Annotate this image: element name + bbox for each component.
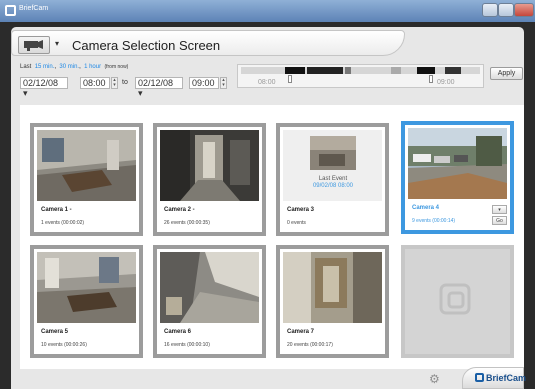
camera-events: 9 events (00:00:14) — [412, 218, 456, 224]
from-time-value: 08:00 — [83, 78, 106, 88]
camera-icon — [24, 40, 43, 51]
chevron-down-icon[interactable]: ▾ — [55, 39, 59, 48]
camera-thumbnail — [37, 252, 136, 323]
timeline-start-time: 08:00 — [258, 79, 276, 86]
maximize-button[interactable] — [498, 3, 514, 17]
to-date-select[interactable]: 02/12/08 ▾ — [135, 77, 183, 98]
camera-name: Camera 5 — [41, 329, 69, 335]
event-timeline[interactable]: 08:00 09:00 — [237, 64, 484, 88]
quick-link-15min[interactable]: 15 min. — [35, 64, 55, 70]
camera-card[interactable]: Camera 7 20 events (00:00:17) — [276, 245, 389, 358]
empty-camera-slot — [401, 245, 514, 358]
timeline-end-handle[interactable] — [429, 75, 433, 83]
camera-thumbnail — [160, 252, 259, 323]
minimize-button[interactable] — [482, 3, 498, 17]
camera-name: Camera 6 — [164, 329, 192, 335]
camera-thumbnail — [37, 130, 136, 201]
to-time-value: 09:00 — [192, 78, 215, 88]
window-titlebar: BriefCam — [0, 0, 535, 22]
camera-events: 10 events (00:00:26) — [41, 342, 87, 348]
camera-events: 20 events (00:00:17) — [287, 342, 333, 348]
last-event-label: Last Event — [318, 176, 348, 182]
go-button[interactable]: Go — [492, 216, 507, 225]
camera-name: Camera 3 — [287, 207, 315, 213]
apply-button[interactable]: Apply — [490, 67, 523, 80]
camera-card[interactable]: Camera 1 - 1 events (00:00:02) — [30, 123, 143, 236]
camera-card[interactable]: Last Event 09/02/08 08:00 Camera 3 0 eve… — [276, 123, 389, 236]
timeline-end-time: 09:00 — [437, 79, 455, 86]
to-time-input[interactable]: 09:00 — [189, 77, 219, 89]
camera-menu-button[interactable] — [18, 36, 50, 54]
camera-name: Camera 2 - — [164, 207, 195, 213]
camera-card[interactable]: Camera 5 10 events (00:00:26) — [30, 245, 143, 358]
briefcam-watermark-logo — [439, 283, 471, 315]
camera-options-dropdown[interactable]: ▾ — [492, 205, 507, 214]
close-button[interactable] — [514, 3, 534, 17]
from-date-value: 02/12/08 — [23, 78, 59, 88]
last-event-time: 09/02/08 08:00 — [312, 183, 354, 189]
time-filter: Last 15 min., 30 min., 1 hour (from now) — [20, 64, 129, 70]
brand-name: BriefCam — [486, 373, 527, 383]
camera-name: Camera 4 — [412, 205, 440, 211]
quick-link-1hour[interactable]: 1 hour — [84, 64, 101, 70]
camera-card[interactable]: Camera 6 16 events (00:00:10) — [153, 245, 266, 358]
camera-thumbnail — [408, 128, 507, 199]
to-date-value: 02/12/08 — [138, 78, 174, 88]
timeline-bar — [241, 67, 480, 74]
from-date-select[interactable]: 02/12/08 ▾ — [20, 77, 68, 98]
footer-bar — [11, 369, 524, 389]
camera-events: 1 events (00:00:02) — [41, 220, 85, 226]
page-title: Camera Selection Screen — [72, 38, 221, 53]
camera-name: Camera 7 — [287, 329, 315, 335]
timeline-start-handle[interactable] — [288, 75, 292, 83]
briefcam-logo-icon — [475, 373, 484, 382]
camera-events: 26 events (00:00:35) — [164, 220, 210, 226]
app-logo-icon — [5, 5, 16, 16]
gear-icon[interactable]: ⚙ — [429, 372, 440, 386]
window-title: BriefCam — [19, 5, 49, 12]
last-label: Last — [20, 64, 32, 70]
to-time-spinner[interactable]: ▴ ▾ — [220, 77, 227, 89]
camera-thumbnail: Last Event 09/02/08 08:00 — [283, 130, 382, 201]
camera-grid: Camera 1 - 1 events (00:00:02) Camera 2 … — [20, 105, 524, 369]
camera-events: 16 events (00:00:10) — [164, 342, 210, 348]
camera-events: 0 events — [287, 220, 306, 226]
camera-thumbnail — [160, 130, 259, 201]
to-label: to — [122, 79, 128, 86]
camera-card-selected[interactable]: Camera 4 9 events (00:00:14) ▾ Go — [401, 121, 514, 234]
camera-thumbnail — [283, 252, 382, 323]
quick-link-30min[interactable]: 30 min. — [59, 64, 79, 70]
from-now-label: (from now) — [104, 64, 129, 70]
camera-name: Camera 1 - — [41, 207, 72, 213]
from-time-input[interactable]: 08:00 — [80, 77, 110, 89]
from-time-spinner[interactable]: ▴ ▾ — [111, 77, 118, 89]
camera-card[interactable]: Camera 2 - 26 events (00:00:35) — [153, 123, 266, 236]
